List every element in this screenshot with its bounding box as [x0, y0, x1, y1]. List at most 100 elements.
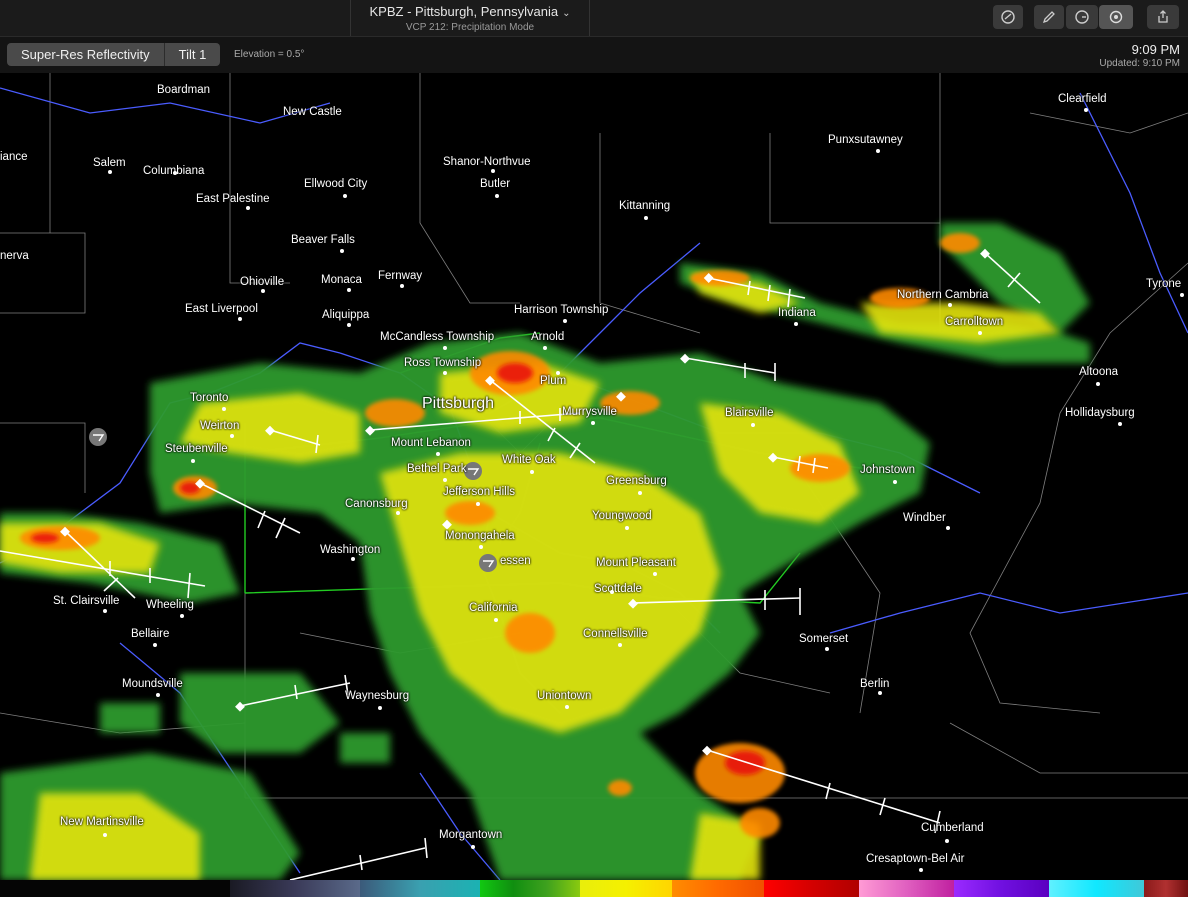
- reflectivity-color-scale: [0, 880, 1188, 897]
- city-dot: [543, 346, 547, 350]
- city-dot: [491, 169, 495, 173]
- city-dot: [103, 609, 107, 613]
- city-dot: [644, 216, 648, 220]
- city-dot: [238, 317, 242, 321]
- elevation-label: Elevation = 0.5°: [234, 49, 305, 60]
- city-dot: [108, 170, 112, 174]
- scale-band: [954, 880, 1049, 897]
- tilt-button[interactable]: Tilt 1: [165, 43, 221, 66]
- city-label: Greensburg: [606, 475, 667, 487]
- product-toolbar: Super-Res Reflectivity Tilt 1 Elevation …: [0, 37, 1188, 73]
- title-bar: KPBZ - Pittsburgh, Pennsylvania ⌄ VCP 212…: [0, 0, 1188, 37]
- scale-band: [580, 880, 672, 897]
- city-dot: [563, 319, 567, 323]
- city-dot: [591, 421, 595, 425]
- share-button[interactable]: [1147, 5, 1179, 29]
- city-label: Steubenville: [165, 443, 228, 455]
- city-dot: [180, 614, 184, 618]
- city-dot: [978, 331, 982, 335]
- storm-tracks-button[interactable]: [993, 5, 1023, 29]
- city-dot: [246, 206, 250, 210]
- city-label: Aliquippa: [322, 309, 370, 321]
- city-label: iance: [0, 151, 28, 163]
- city-label: Morgantown: [439, 829, 503, 841]
- city-label: Indiana: [778, 307, 816, 319]
- locate-icon: [1109, 10, 1123, 24]
- city-label: Wheeling: [146, 599, 194, 611]
- locate-button[interactable]: [1099, 5, 1133, 29]
- city-label: New Martinsville: [60, 816, 144, 828]
- city-dot: [471, 845, 475, 849]
- city-dot: [610, 590, 614, 594]
- storm-tracks-icon: [1001, 10, 1015, 24]
- scale-band: [1049, 880, 1144, 897]
- city-label: St. Clairsville: [53, 595, 120, 607]
- city-dot: [653, 572, 657, 576]
- city-label: Northern Cambria: [897, 289, 989, 301]
- scan-time: 9:09 PM: [1131, 42, 1180, 57]
- city-label: Hollidaysburg: [1065, 407, 1135, 419]
- city-dot: [638, 491, 642, 495]
- city-label: Somerset: [799, 633, 849, 645]
- city-label: Youngwood: [592, 510, 652, 522]
- city-dot: [495, 194, 499, 198]
- city-label: Scottdale: [594, 583, 642, 595]
- radar-map[interactable]: BoardmanNew CastleClearfieldSalemColumbi…: [0, 73, 1188, 880]
- city-label: Weirton: [200, 420, 240, 432]
- product-button[interactable]: Super-Res Reflectivity: [7, 43, 164, 66]
- history-button[interactable]: [1066, 5, 1098, 29]
- scale-band: [859, 880, 954, 897]
- city-label: McCandless Township: [380, 331, 495, 343]
- scale-band: [230, 880, 360, 897]
- radar-layer: [0, 73, 1188, 880]
- city-label: East Liverpool: [185, 303, 258, 315]
- city-dot: [479, 545, 483, 549]
- city-label: Shanor-Northvue: [443, 156, 531, 168]
- city-dot: [945, 839, 949, 843]
- city-label: Canonsburg: [345, 498, 408, 510]
- scale-band: [0, 880, 230, 897]
- vcp-mode: VCP 212: Precipitation Mode: [405, 22, 535, 33]
- city-dot: [919, 868, 923, 872]
- city-label: Kittanning: [619, 200, 671, 212]
- city-label: Arnold: [531, 331, 565, 343]
- city-dot: [948, 303, 952, 307]
- city-dot: [825, 647, 829, 651]
- share-icon: [1158, 10, 1168, 23]
- city-dot: [618, 643, 622, 647]
- clock-icon: [1075, 10, 1089, 24]
- city-dot: [347, 323, 351, 327]
- city-label: California: [469, 602, 518, 614]
- city-dot: [173, 171, 177, 175]
- pencil-icon: [1042, 11, 1055, 24]
- city-label: Moundsville: [122, 678, 183, 690]
- city-dot: [396, 511, 400, 515]
- city-dot: [443, 478, 447, 482]
- city-label: Beaver Falls: [291, 234, 355, 246]
- city-label: Altoona: [1079, 366, 1119, 378]
- draw-button[interactable]: [1034, 5, 1064, 29]
- city-dot: [494, 618, 498, 622]
- city-dot: [1096, 382, 1100, 386]
- city-label: Jefferson Hills: [443, 486, 516, 498]
- city-label: Connellsville: [583, 628, 648, 640]
- city-label: New Castle: [283, 106, 342, 118]
- city-dot: [443, 346, 447, 350]
- city-label: Ross Township: [404, 357, 482, 369]
- city-dot: [1084, 108, 1088, 112]
- city-label: Monongahela: [445, 530, 515, 542]
- city-label: Bellaire: [131, 628, 170, 640]
- city-dot: [347, 288, 351, 292]
- city-label: White Oak: [502, 454, 556, 466]
- city-dot: [443, 371, 447, 375]
- city-dot: [556, 371, 560, 375]
- city-label: Tyrone: [1146, 278, 1182, 290]
- city-label: Pittsburgh: [422, 395, 495, 412]
- city-dot: [476, 502, 480, 506]
- station-selector[interactable]: KPBZ - Pittsburgh, Pennsylvania ⌄ VCP 212…: [350, 0, 590, 36]
- city-dot: [343, 194, 347, 198]
- city-dot: [625, 526, 629, 530]
- city-label: Uniontown: [537, 690, 592, 702]
- city-label: Clearfield: [1058, 93, 1107, 105]
- city-label: Blairsville: [725, 407, 774, 419]
